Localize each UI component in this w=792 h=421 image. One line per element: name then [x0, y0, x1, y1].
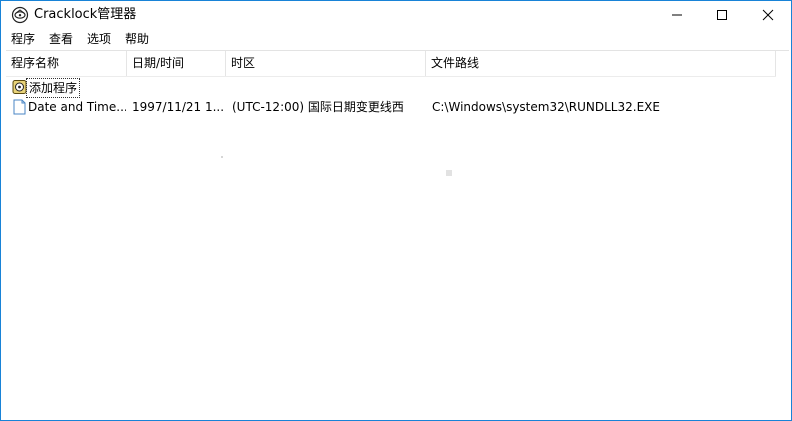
- add-program-item[interactable]: 添加程序: [6, 77, 789, 98]
- maximize-button[interactable]: [699, 1, 745, 29]
- document-icon: [12, 99, 27, 115]
- list-header: 程序名称 日期/时间 时区 文件路线: [6, 51, 789, 77]
- row-timezone: (UTC-12:00) 国际日期变更线西: [232, 100, 404, 114]
- row-datetime: 1997/11/21 1...: [132, 100, 224, 114]
- program-list[interactable]: 程序名称 日期/时间 时区 文件路线 添加程序 Date and Time...…: [6, 50, 789, 417]
- artifact-dot: [221, 156, 223, 158]
- close-button[interactable]: [745, 1, 791, 29]
- column-header-file-path[interactable]: 文件路线: [426, 51, 776, 76]
- cracklock-window: Cracklock管理器 程序 查看 选项 帮助 程序名称 日期/时间 时区 文…: [0, 0, 792, 421]
- menu-bar: 程序 查看 选项 帮助: [1, 29, 791, 48]
- menu-options[interactable]: 选项: [87, 31, 111, 47]
- row-file-path: C:\Windows\system32\RUNDLL32.EXE: [432, 100, 660, 114]
- add-program-label: 添加程序: [26, 78, 81, 98]
- title-bar[interactable]: Cracklock管理器: [1, 1, 791, 29]
- cracklock-app-icon: [11, 6, 29, 24]
- window-title: Cracklock管理器: [34, 7, 137, 22]
- table-row[interactable]: Date and Time... 1997/11/21 1... (UTC-12…: [6, 97, 789, 117]
- menu-help[interactable]: 帮助: [125, 31, 149, 47]
- vertical-scrollbar-track[interactable]: [776, 51, 789, 417]
- column-header-timezone[interactable]: 时区: [226, 51, 426, 76]
- add-program-icon: [12, 79, 27, 95]
- menu-program[interactable]: 程序: [11, 31, 35, 47]
- artifact-mark: [446, 170, 452, 176]
- close-icon: [762, 6, 774, 25]
- row-program-name: Date and Time...: [28, 100, 126, 114]
- menu-view[interactable]: 查看: [49, 31, 73, 47]
- column-header-datetime[interactable]: 日期/时间: [127, 51, 226, 76]
- minimize-button[interactable]: [654, 1, 700, 29]
- column-header-program-name[interactable]: 程序名称: [6, 51, 127, 76]
- maximize-icon: [716, 6, 728, 25]
- minimize-icon: [671, 6, 683, 25]
